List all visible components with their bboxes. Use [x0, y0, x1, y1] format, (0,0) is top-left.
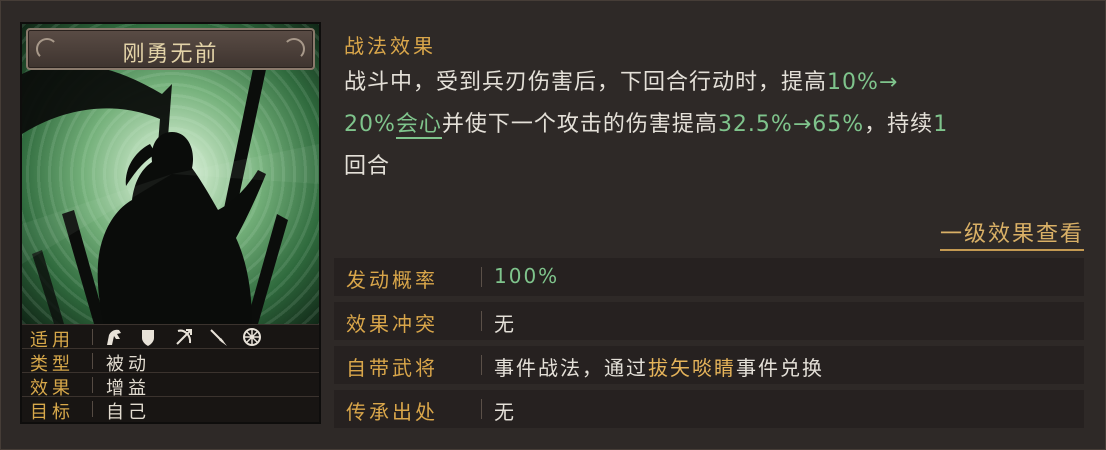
divider: [481, 355, 482, 375]
desc-text: 并使下一个攻击的伤害提高: [441, 112, 718, 137]
effect-section-title: 战法效果: [344, 34, 436, 58]
value-text: 事件战法，通过: [494, 356, 648, 380]
info-row-target: 目标 自己: [22, 396, 319, 423]
info-row-effect: 效果 增益: [22, 372, 319, 399]
divider: [481, 311, 482, 331]
row-key: 自带武将: [346, 356, 438, 380]
desc-text: 回合: [344, 154, 391, 179]
divider: [481, 267, 482, 287]
row-inherit-source: 传承出处 无: [334, 390, 1084, 428]
cavalry-icon: [104, 327, 124, 347]
desc-value: 32.5%→65%: [717, 112, 865, 137]
info-value: 自己: [106, 402, 150, 423]
bow-icon: [174, 327, 194, 347]
skill-name: 刚勇无前: [122, 42, 219, 67]
row-value: 事件战法，通过拔矢啖睛事件兑换: [494, 352, 824, 381]
shield-icon: [138, 327, 158, 347]
crit-keyword-link[interactable]: 会心: [395, 112, 442, 139]
value-text: 事件兑换: [736, 356, 824, 380]
row-trigger-probability: 发动概率 100%: [334, 258, 1084, 296]
desc-text: 战斗中，受到兵刃伤害后，下回合行动时，提高: [344, 70, 828, 95]
info-row-applicable: 适用: [22, 324, 319, 351]
desc-value: 10%→: [827, 70, 899, 95]
divider: [92, 377, 93, 393]
spear-icon: [208, 327, 228, 347]
level-one-effect-link[interactable]: 一级效果查看: [939, 216, 1084, 251]
siege-wheel-icon: [242, 327, 262, 347]
divider: [92, 329, 93, 345]
row-own-general: 自带武将 事件战法，通过拔矢啖睛事件兑换: [334, 346, 1084, 384]
event-name-link[interactable]: 拔矢啖睛: [648, 356, 736, 380]
desc-value: 1: [933, 112, 949, 137]
row-effect-conflict: 效果冲突 无: [334, 302, 1084, 340]
effect-description: 战斗中，受到兵刃伤害后，下回合行动时，提高10%→ 20%会心并使下一个攻击的伤…: [344, 62, 1084, 188]
row-value: 100%: [494, 264, 560, 288]
skill-card: 刚勇无前 适用 类型 被动 效果 增益 目标 自己: [20, 22, 321, 424]
divider: [92, 353, 93, 369]
divider: [92, 401, 93, 417]
info-row-type: 类型 被动: [22, 348, 319, 375]
row-value: 无: [494, 400, 516, 424]
skill-info-table: 适用 类型 被动 效果 增益 目标 自己: [22, 324, 319, 422]
desc-value: 20%: [344, 112, 396, 137]
desc-text: ，持续: [864, 112, 934, 137]
skill-title-plate: 刚勇无前: [26, 28, 315, 70]
row-key: 发动概率: [346, 268, 438, 292]
row-value: 无: [494, 312, 516, 336]
row-key: 效果冲突: [346, 312, 438, 336]
row-key: 传承出处: [346, 400, 438, 424]
divider: [481, 399, 482, 419]
info-key: 目标: [30, 402, 74, 423]
